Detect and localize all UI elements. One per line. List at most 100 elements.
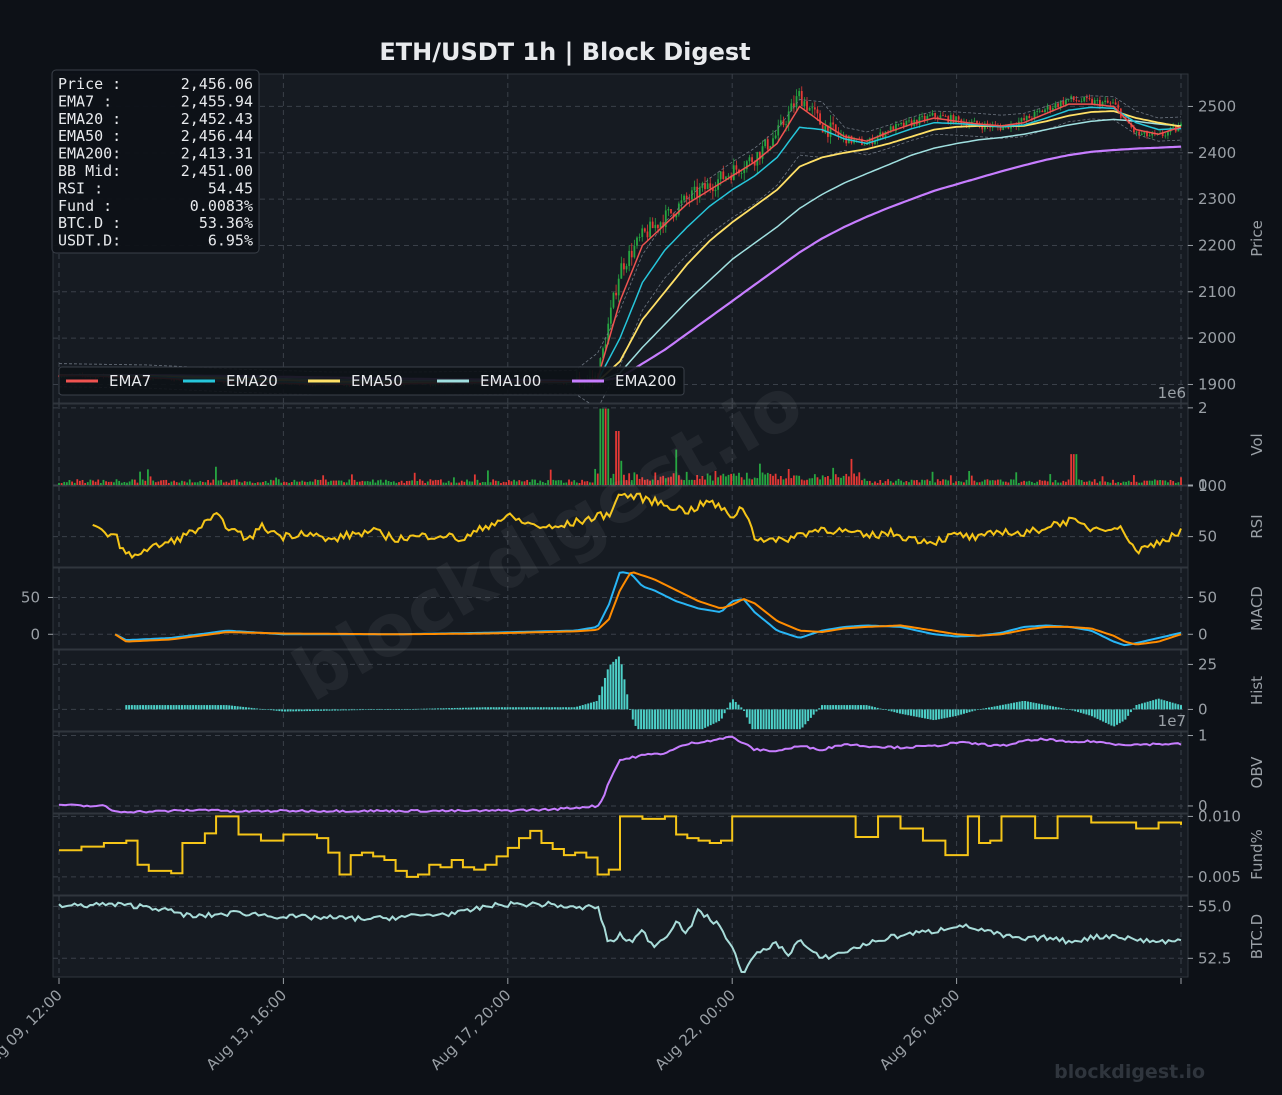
volume-bar-150 <box>450 482 453 485</box>
candle-body-234 <box>670 209 672 214</box>
hist-bar-375 <box>1168 701 1171 710</box>
hist-bar-212 <box>715 709 718 723</box>
volume-bar-368 <box>1020 481 1023 485</box>
volume-bar-167 <box>494 480 497 485</box>
volume-bar-135 <box>411 480 413 485</box>
candle-body-308 <box>863 144 866 146</box>
candle-body-289 <box>813 107 816 110</box>
volume-bar-33 <box>144 480 147 485</box>
volume-bar-423 <box>1164 480 1167 485</box>
volume-bar-419 <box>1153 479 1156 485</box>
volume-bar-319 <box>892 482 895 485</box>
volume-bar-278 <box>785 478 787 485</box>
info-value-9: 6.95% <box>208 232 253 250</box>
hist-bar-209 <box>706 709 709 727</box>
volume-bar-102 <box>324 479 327 485</box>
volume-bar-413 <box>1138 482 1141 485</box>
volume-bar-98 <box>314 479 317 485</box>
volume-bar-287 <box>808 478 811 485</box>
volume-bar-314 <box>879 479 882 485</box>
legend-label-3: EMA100 <box>480 372 541 390</box>
volume-bar-347 <box>965 479 968 485</box>
hist-bar-346 <box>1088 709 1091 716</box>
candle-body-264 <box>748 157 751 162</box>
hist-bar-312 <box>993 706 996 710</box>
hist-bar-207 <box>701 709 704 730</box>
candle-body-413 <box>1138 131 1141 135</box>
candle-body-390 <box>1078 100 1080 102</box>
hist-bar-192 <box>659 709 662 730</box>
candle-body-394 <box>1088 98 1091 99</box>
hist-bar-274 <box>887 709 890 711</box>
panel-hist-frame <box>52 649 1189 732</box>
candle-body-368 <box>1020 118 1023 122</box>
volume-bar-42 <box>167 482 170 485</box>
hist-bar-210 <box>709 709 712 726</box>
hist-bar-33 <box>217 705 220 710</box>
volume-bar-70 <box>241 482 243 485</box>
volume-bar-371 <box>1028 480 1031 485</box>
volume-bar-363 <box>1007 482 1010 485</box>
hist-bar-354 <box>1110 709 1113 726</box>
candle-body-277 <box>782 120 785 125</box>
hist-bar-160 <box>570 707 573 710</box>
volume-bar-81 <box>269 479 272 485</box>
volume-bar-354 <box>983 479 986 485</box>
volume-bar-60 <box>215 466 217 485</box>
candle-body-286 <box>806 101 808 111</box>
volume-bar-320 <box>895 480 897 485</box>
volume-bar-99 <box>317 479 319 485</box>
volume-bar-343 <box>955 481 957 485</box>
volume-bar-426 <box>1172 481 1175 485</box>
volume-bar-112 <box>351 474 353 485</box>
hist-bar-227 <box>757 709 760 730</box>
volume-bar-342 <box>952 482 955 485</box>
volume-bar-58 <box>209 482 212 485</box>
volume-bar-101 <box>322 475 325 485</box>
volume-bar-299 <box>840 477 842 485</box>
hist-bar-257 <box>840 705 843 710</box>
ytick-label-price-5: 2400 <box>1198 144 1236 162</box>
volume-bar-422 <box>1161 480 1164 485</box>
ytick-label-macd-0: 0 <box>1198 625 1208 643</box>
info-label-8: BTC.D : <box>58 214 121 232</box>
ytick-label-hist-0: 0 <box>1198 700 1208 718</box>
hist-bar-45 <box>250 707 253 710</box>
volume-bar-398 <box>1099 481 1101 485</box>
candle-body-213 <box>615 292 617 296</box>
volume-bar-10 <box>84 482 87 485</box>
volume-bar-350 <box>973 480 976 485</box>
volume-bar-268 <box>759 463 761 485</box>
hist-bar-365 <box>1141 703 1144 710</box>
hist-bar-128 <box>481 707 484 710</box>
volume-bar-71 <box>243 481 246 485</box>
hist-bar-177 <box>617 656 620 710</box>
hist-bar-193 <box>662 709 665 730</box>
hist-bar-6 <box>142 705 145 710</box>
volume-bar-326 <box>910 479 913 485</box>
info-value-1: 2,455.94 <box>181 92 253 110</box>
hist-bar-264 <box>859 705 862 710</box>
candle-body-258 <box>732 165 735 181</box>
volume-bar-109 <box>343 482 345 485</box>
volume-bar-356 <box>989 480 991 485</box>
hist-bar-52 <box>270 709 273 711</box>
hist-bar-327 <box>1035 703 1038 710</box>
candle-body-215 <box>620 263 623 279</box>
candle-body-287 <box>808 107 811 111</box>
hist-bar-155 <box>556 707 559 710</box>
volume-bar-330 <box>921 479 923 485</box>
hist-bar-285 <box>918 709 921 718</box>
info-label-4: EMA200: <box>58 145 121 163</box>
volume-bar-394 <box>1088 480 1091 485</box>
volume-bar-87 <box>285 482 288 485</box>
ytick-label-price-2: 2100 <box>1198 283 1236 301</box>
hist-bar-86 <box>364 709 367 710</box>
candle-body-285 <box>803 101 806 106</box>
hist-bar-215 <box>723 709 726 714</box>
info-value-0: 2,456.06 <box>181 75 253 93</box>
volume-bar-171 <box>505 482 508 485</box>
hist-bar-334 <box>1054 706 1057 710</box>
volume-bar-372 <box>1031 481 1033 485</box>
volume-bar-346 <box>963 482 965 485</box>
